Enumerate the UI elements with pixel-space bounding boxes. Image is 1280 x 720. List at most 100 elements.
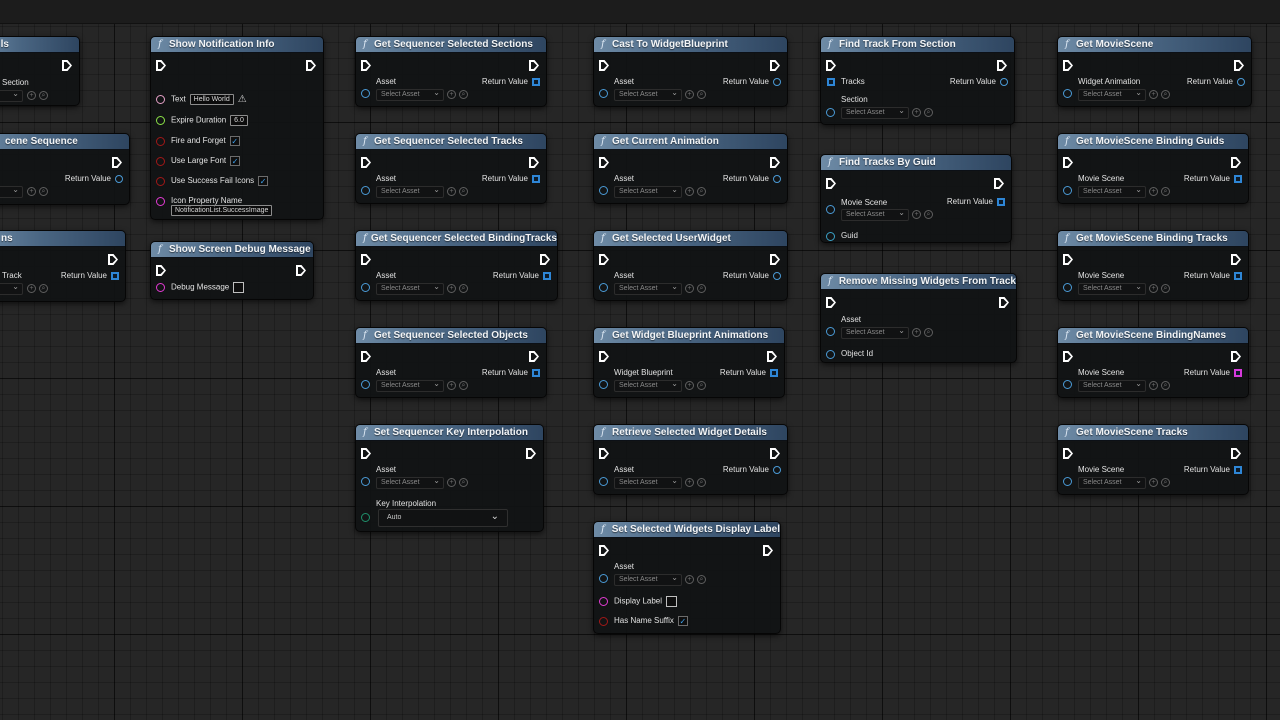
enum-pin[interactable] xyxy=(361,513,370,522)
exec-out-pin[interactable] xyxy=(999,297,1009,308)
exec-in-pin[interactable] xyxy=(156,60,166,71)
node-partial-sequence[interactable]: cene Sequence Return Value lect +⌕ xyxy=(0,133,130,205)
select-asset-dropdown[interactable]: Select Asset xyxy=(614,476,682,489)
asset-pin[interactable] xyxy=(826,327,835,336)
node-header[interactable]: f Get Sequencer Selected BindingTracks xyxy=(356,231,557,247)
use-selected-icon[interactable]: + xyxy=(447,90,456,99)
exec-out-pin[interactable] xyxy=(1231,254,1241,265)
node-header[interactable]: f Get MovieScene xyxy=(1058,37,1251,53)
asset-pin[interactable] xyxy=(599,574,608,583)
movie-scene-pin[interactable] xyxy=(1063,380,1072,389)
exec-in-pin[interactable] xyxy=(599,60,609,71)
node-get-moviescene-binding-guids[interactable]: f Get MovieScene Binding Guids Movie Scen… xyxy=(1057,133,1249,204)
guid-pin[interactable] xyxy=(826,232,835,241)
node-get-sequencer-selected-bindingtracks[interactable]: f Get Sequencer Selected BindingTracks As… xyxy=(355,230,558,301)
use-selected-icon[interactable]: + xyxy=(685,90,694,99)
exec-in-pin[interactable] xyxy=(826,60,836,71)
display-label-checkbox[interactable] xyxy=(666,596,678,607)
use-selected-icon[interactable]: + xyxy=(27,187,36,196)
node-get-sequencer-selected-tracks[interactable]: f Get Sequencer Selected Tracks Asset Retu… xyxy=(355,133,547,204)
exec-out-pin[interactable] xyxy=(306,60,316,71)
use-selected-icon[interactable]: + xyxy=(912,328,921,337)
node-header[interactable]: f Show Notification Info xyxy=(151,37,323,53)
exec-out-pin[interactable] xyxy=(108,254,118,265)
use-selected-icon[interactable]: + xyxy=(685,478,694,487)
debug-message-checkbox[interactable] xyxy=(233,282,245,293)
asset-pin[interactable] xyxy=(599,477,608,486)
exec-out-pin[interactable] xyxy=(767,351,777,362)
node-show-notification-info[interactable]: f Show Notification Info Text Hello World ⚠… xyxy=(150,36,324,220)
exec-out-pin[interactable] xyxy=(540,254,550,265)
select-asset-dropdown[interactable]: lect xyxy=(0,282,23,295)
exec-out-pin[interactable] xyxy=(997,60,1007,71)
use-success-fail-icons-checkbox[interactable]: ✓ xyxy=(258,176,269,186)
blueprint-graph-canvas[interactable]: ls Section lect +⌕ cene Sequence Return … xyxy=(0,0,1280,720)
select-asset-dropdown[interactable]: Select Asset xyxy=(841,106,909,119)
node-get-moviescene[interactable]: f Get MovieScene Widget Animation Return V… xyxy=(1057,36,1252,107)
node-get-sequencer-selected-objects[interactable]: f Get Sequencer Selected Objects Asset Ret… xyxy=(355,327,547,398)
movie-scene-pin[interactable] xyxy=(1063,283,1072,292)
use-selected-icon[interactable]: + xyxy=(447,187,456,196)
browse-search-icon[interactable]: ⌕ xyxy=(459,478,468,487)
exec-in-pin[interactable] xyxy=(599,351,609,362)
exec-in-pin[interactable] xyxy=(361,157,371,168)
return-value-pin[interactable]: Return Value xyxy=(1184,368,1242,377)
widget-animation-pin[interactable] xyxy=(1063,89,1072,98)
return-value-pin[interactable]: Return Value xyxy=(1184,465,1242,474)
return-value-pin[interactable]: Return Value xyxy=(723,77,781,86)
use-selected-icon[interactable]: + xyxy=(685,381,694,390)
use-selected-icon[interactable]: + xyxy=(685,575,694,584)
use-selected-icon[interactable]: + xyxy=(912,108,921,117)
exec-out-pin[interactable] xyxy=(994,178,1004,189)
browse-search-icon[interactable]: ⌕ xyxy=(1161,284,1170,293)
select-asset-dropdown[interactable]: Select Asset xyxy=(376,379,444,392)
return-value-pin[interactable]: Return Value xyxy=(482,77,540,86)
movie-scene-pin[interactable] xyxy=(826,205,835,214)
browse-search-icon[interactable]: ⌕ xyxy=(1161,478,1170,487)
browse-search-icon[interactable]: ⌕ xyxy=(459,187,468,196)
use-selected-icon[interactable]: + xyxy=(685,284,694,293)
browse-search-icon[interactable]: ⌕ xyxy=(459,381,468,390)
select-asset-dropdown[interactable]: Select Asset xyxy=(614,379,682,392)
exec-out-pin[interactable] xyxy=(770,60,780,71)
node-header[interactable]: f Get Sequencer Selected Objects xyxy=(356,328,546,344)
use-selected-icon[interactable]: + xyxy=(447,284,456,293)
exec-in-pin[interactable] xyxy=(1063,60,1073,71)
node-header[interactable]: ns xyxy=(0,231,125,247)
exec-in-pin[interactable] xyxy=(361,254,371,265)
exec-in-pin[interactable] xyxy=(599,448,609,459)
node-get-widget-blueprint-animations[interactable]: f Get Widget Blueprint Animations Widget … xyxy=(593,327,785,398)
asset-pin[interactable] xyxy=(599,186,608,195)
exec-out-pin[interactable] xyxy=(770,254,780,265)
select-asset-dropdown[interactable]: lect xyxy=(0,89,23,102)
node-header[interactable]: cene Sequence xyxy=(0,134,129,150)
expire-duration-field[interactable]: 6.0 xyxy=(230,115,248,126)
node-cast-to-widgetblueprint[interactable]: f Cast To WidgetBlueprint Asset Return Val… xyxy=(593,36,788,107)
node-set-sequencer-key-interpolation[interactable]: f Set Sequencer Key Interpolation Asset S… xyxy=(355,424,544,532)
exec-out-pin[interactable] xyxy=(296,265,306,276)
exec-in-pin[interactable] xyxy=(1063,254,1073,265)
node-header[interactable]: f Find Track From Section xyxy=(821,37,1014,53)
exec-in-pin[interactable] xyxy=(599,254,609,265)
node-get-selected-userwidget[interactable]: f Get Selected UserWidget Asset Return Val… xyxy=(593,230,788,301)
exec-out-pin[interactable] xyxy=(529,351,539,362)
use-selected-icon[interactable]: + xyxy=(1149,478,1158,487)
browse-search-icon[interactable]: ⌕ xyxy=(459,90,468,99)
exec-out-pin[interactable] xyxy=(112,157,122,168)
select-asset-dropdown[interactable]: Select Asset xyxy=(614,573,682,586)
exec-in-pin[interactable] xyxy=(599,157,609,168)
browse-search-icon[interactable]: ⌕ xyxy=(924,108,933,117)
select-asset-dropdown[interactable]: Select Asset xyxy=(614,88,682,101)
bool-pin[interactable] xyxy=(599,617,608,626)
select-asset-dropdown[interactable]: lect xyxy=(0,185,23,198)
section-pin[interactable] xyxy=(826,108,835,117)
node-header[interactable]: f Get MovieScene Binding Tracks xyxy=(1058,231,1248,247)
float-pin[interactable] xyxy=(156,116,165,125)
widget-blueprint-pin[interactable] xyxy=(599,380,608,389)
exec-out-pin[interactable] xyxy=(770,157,780,168)
return-value-pin[interactable]: Return Value xyxy=(950,77,1008,86)
return-value-pin[interactable]: Return Value xyxy=(720,368,778,377)
use-large-font-checkbox[interactable]: ✓ xyxy=(230,156,241,166)
browse-search-icon[interactable]: ⌕ xyxy=(1161,90,1170,99)
select-asset-dropdown[interactable]: Select Asset xyxy=(1078,185,1146,198)
